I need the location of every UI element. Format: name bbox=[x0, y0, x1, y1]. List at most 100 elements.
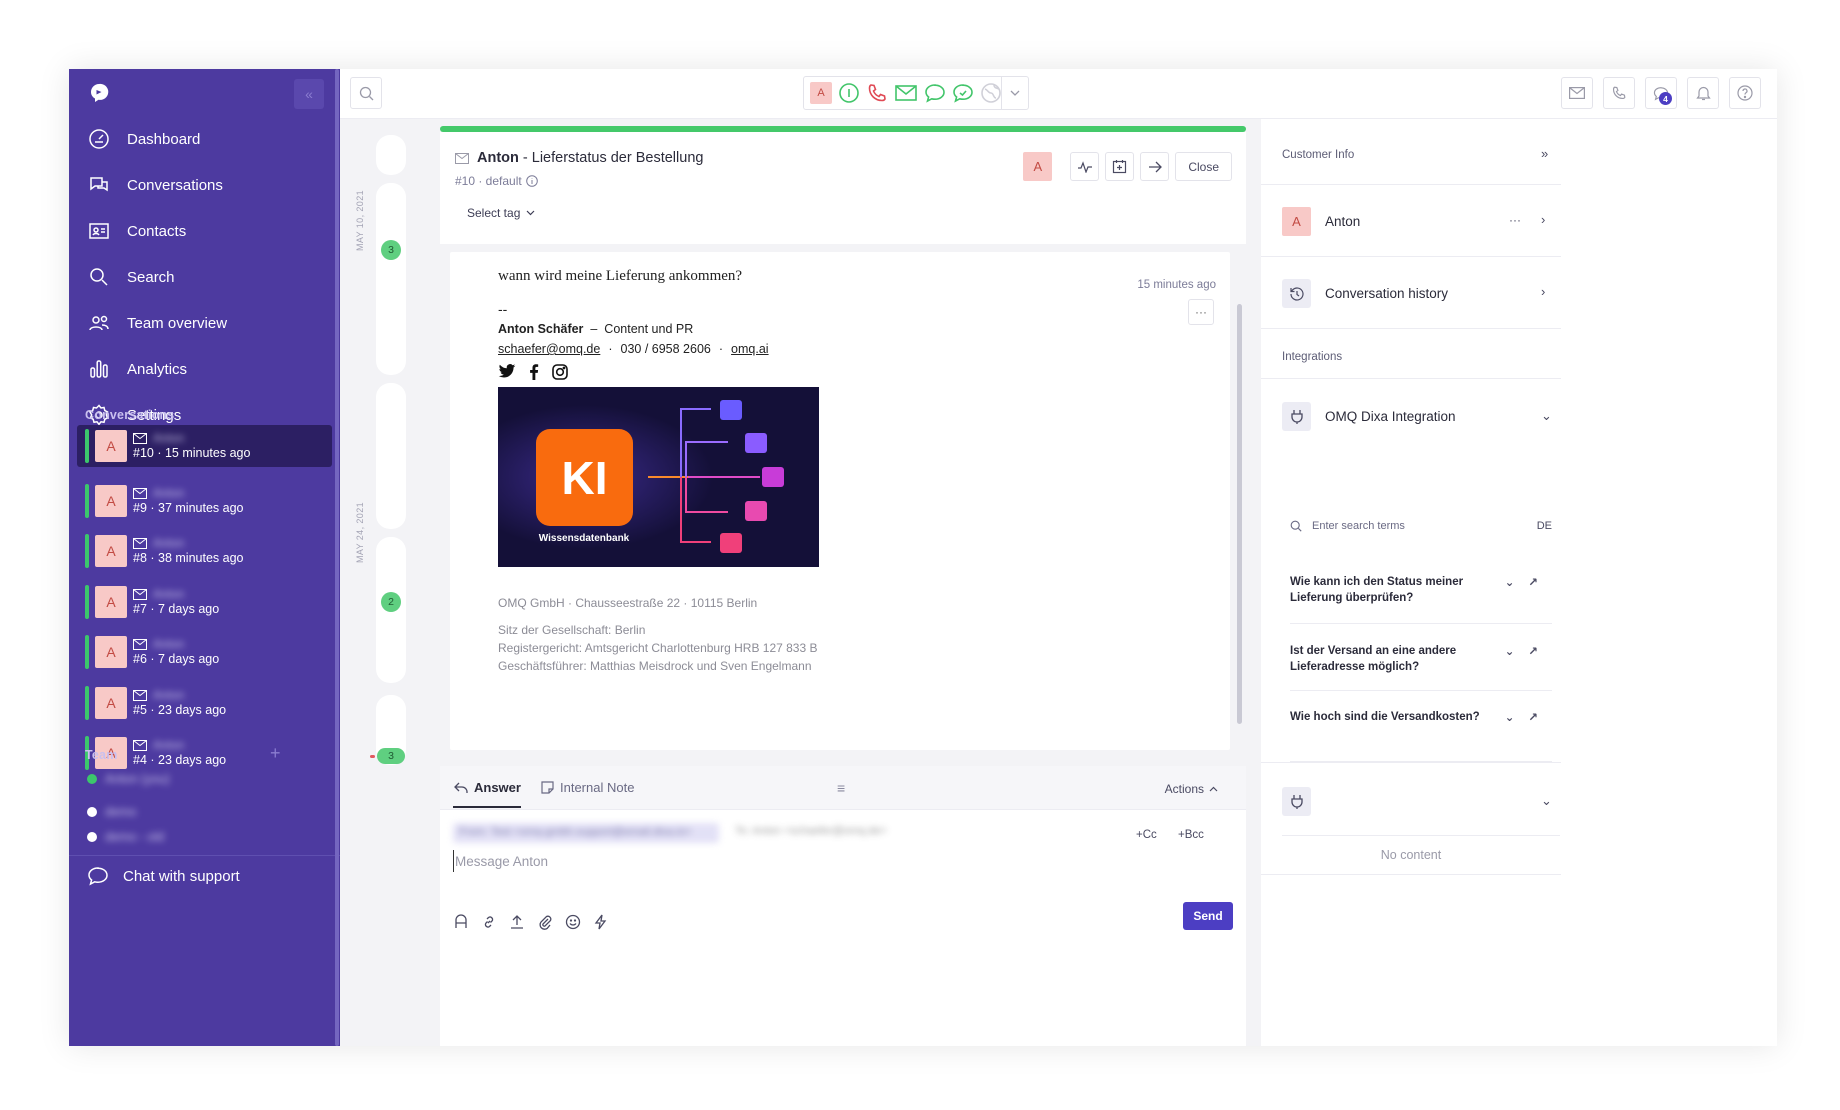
messenger-channel-icon[interactable] bbox=[952, 83, 974, 103]
text-format-icon[interactable] bbox=[453, 914, 469, 930]
team-member[interactable]: demo - old bbox=[87, 822, 170, 852]
faq-search[interactable]: Enter search terms DE bbox=[1290, 520, 1552, 532]
info-icon[interactable] bbox=[525, 175, 538, 187]
global-search-button[interactable] bbox=[350, 77, 382, 109]
footer-line: Registergericht: Amtsgericht Charlottenb… bbox=[498, 641, 818, 655]
attachment-icon[interactable] bbox=[537, 914, 553, 930]
integration-omq-dixa[interactable]: OMQ Dixa Integration bbox=[1282, 402, 1456, 431]
twitter-icon[interactable] bbox=[498, 364, 516, 379]
faq-item[interactable]: Ist der Versand an eine andere Lieferadr… bbox=[1290, 624, 1552, 691]
sidebar-scrollbar[interactable] bbox=[335, 69, 339, 1046]
message-input[interactable] bbox=[453, 850, 1153, 872]
more-options-icon[interactable]: ··· bbox=[1509, 213, 1521, 227]
chat-with-support-button[interactable]: Chat with support bbox=[87, 866, 240, 886]
send-button[interactable]: Send bbox=[1183, 902, 1233, 930]
help-button[interactable] bbox=[1729, 77, 1761, 109]
chevron-down-icon[interactable]: ⌄ bbox=[1505, 575, 1515, 591]
nav-analytics[interactable]: Analytics bbox=[69, 346, 340, 392]
external-link-icon[interactable]: ↗ bbox=[1528, 710, 1538, 726]
add-team-icon[interactable]: + bbox=[270, 743, 281, 764]
to-field[interactable]: To: Anton <schaefer@omq.de> bbox=[735, 825, 887, 837]
phone-button[interactable] bbox=[1603, 77, 1635, 109]
team-member[interactable]: Anton (you) bbox=[87, 764, 170, 794]
info-status-icon[interactable] bbox=[838, 82, 860, 104]
facebook-icon[interactable] bbox=[528, 364, 540, 380]
select-tag-dropdown[interactable]: Select tag bbox=[467, 206, 535, 220]
timeline-count-current[interactable]: 3 bbox=[377, 748, 405, 764]
notifications-button[interactable] bbox=[1687, 77, 1719, 109]
external-link-icon[interactable]: ↗ bbox=[1528, 644, 1538, 660]
activity-button[interactable] bbox=[1070, 152, 1100, 181]
signature-name-line: Anton Schäfer – Content und PR bbox=[498, 322, 693, 336]
faq-item[interactable]: Wie kann ich den Status meiner Lieferung… bbox=[1290, 565, 1552, 624]
banner-subtitle: Wissensdatenbank bbox=[538, 533, 630, 544]
conversation-item[interactable]: A Anton #10 · 15 minutes ago bbox=[77, 425, 332, 467]
chat-notifications-button[interactable]: 4 bbox=[1645, 77, 1677, 109]
conversation-item[interactable]: A Anton #6 · 7 days ago bbox=[77, 627, 332, 678]
integration-empty[interactable] bbox=[1282, 787, 1311, 816]
timeline-date: MAY 10, 2021 bbox=[355, 189, 365, 251]
nav-search[interactable]: Search bbox=[69, 254, 340, 300]
phone-icon[interactable] bbox=[866, 82, 888, 104]
drag-handle-icon[interactable]: ≡ bbox=[837, 780, 845, 796]
nav-conversations[interactable]: Conversations bbox=[69, 162, 340, 208]
conversation-item[interactable]: A Anton #8 · 38 minutes ago bbox=[77, 526, 332, 577]
message-scrollbar[interactable] bbox=[1237, 304, 1242, 724]
instagram-icon[interactable] bbox=[552, 364, 568, 380]
nav-team-overview[interactable]: Team overview bbox=[69, 300, 340, 346]
chat-channel-icon[interactable] bbox=[924, 83, 946, 103]
signature-website-link[interactable]: omq.ai bbox=[731, 342, 769, 356]
logo-icon[interactable] bbox=[89, 83, 109, 103]
channel-selector[interactable]: A bbox=[803, 76, 1029, 110]
avatar: A bbox=[95, 686, 127, 719]
conversation-actions: A Close bbox=[1023, 152, 1232, 181]
chat-icon bbox=[88, 867, 108, 886]
conversation-item[interactable]: A Anton #9 · 37 minutes ago bbox=[77, 476, 332, 527]
faq-item[interactable]: Wie hoch sind die Versandkosten? ⌄ ↗ bbox=[1290, 691, 1552, 762]
customer-row[interactable]: A Anton ··· › bbox=[1261, 185, 1561, 257]
nav-contacts[interactable]: Contacts bbox=[69, 208, 340, 254]
add-bcc-button[interactable]: +Bcc bbox=[1178, 829, 1204, 841]
nav-dashboard[interactable]: Dashboard bbox=[69, 116, 340, 162]
schedule-button[interactable] bbox=[1105, 152, 1135, 181]
chevron-up-icon bbox=[1209, 786, 1218, 792]
chevron-down-icon[interactable]: ⌄ bbox=[1541, 793, 1552, 809]
lightning-icon[interactable] bbox=[593, 914, 609, 930]
emoji-icon[interactable] bbox=[565, 914, 581, 930]
offline-status-dot bbox=[87, 807, 97, 817]
timeline-date: MAY 24, 2021 bbox=[355, 501, 365, 563]
from-field[interactable]: From: Test <omq-gmbh.support@email.dixa.… bbox=[453, 823, 719, 843]
assignee-avatar[interactable]: A bbox=[1023, 152, 1053, 181]
globe-channel-icon[interactable] bbox=[980, 82, 1002, 104]
external-link-icon[interactable]: ↗ bbox=[1528, 575, 1538, 591]
tab-answer[interactable]: Answer bbox=[454, 780, 521, 795]
chevron-down-icon[interactable]: ⌄ bbox=[1505, 644, 1515, 660]
transfer-button[interactable] bbox=[1140, 152, 1170, 181]
chevron-right-icon: › bbox=[1541, 212, 1546, 227]
message-more-button[interactable]: ··· bbox=[1188, 299, 1214, 325]
tab-internal-note[interactable]: Internal Note bbox=[541, 780, 634, 795]
conversation-history-row[interactable]: Conversation history › bbox=[1261, 257, 1561, 329]
team-section-label: Team bbox=[85, 748, 118, 762]
email-button[interactable] bbox=[1561, 77, 1593, 109]
collapse-panel-icon[interactable]: » bbox=[1541, 146, 1548, 161]
link-icon[interactable] bbox=[481, 914, 497, 930]
timeline-count[interactable]: 3 bbox=[381, 240, 401, 260]
email-channel-icon[interactable] bbox=[894, 83, 918, 103]
conversation-item[interactable]: A Anton #5 · 23 days ago bbox=[77, 678, 332, 729]
language-selector[interactable]: DE bbox=[1537, 520, 1552, 532]
add-cc-button[interactable]: +Cc bbox=[1136, 829, 1157, 841]
chevron-down-icon[interactable]: ⌄ bbox=[1505, 710, 1515, 726]
contact-name[interactable]: Anton bbox=[477, 150, 519, 166]
timeline-count[interactable]: 2 bbox=[381, 592, 401, 612]
actions-dropdown[interactable]: Actions bbox=[1165, 782, 1218, 796]
faq-question: Wie hoch sind die Versandkosten? bbox=[1290, 711, 1480, 723]
conversation-item[interactable]: A Anton #7 · 7 days ago bbox=[77, 577, 332, 628]
upload-icon[interactable] bbox=[509, 914, 525, 930]
chevron-down-icon[interactable]: ⌄ bbox=[1541, 408, 1552, 424]
signature-email-link[interactable]: schaefer@omq.de bbox=[498, 342, 600, 356]
faq-question: Wie kann ich den Status meiner Lieferung… bbox=[1290, 576, 1464, 604]
collapse-sidebar-button[interactable]: « bbox=[294, 79, 324, 109]
chevron-down-icon[interactable] bbox=[1010, 89, 1020, 97]
close-button[interactable]: Close bbox=[1175, 152, 1232, 181]
